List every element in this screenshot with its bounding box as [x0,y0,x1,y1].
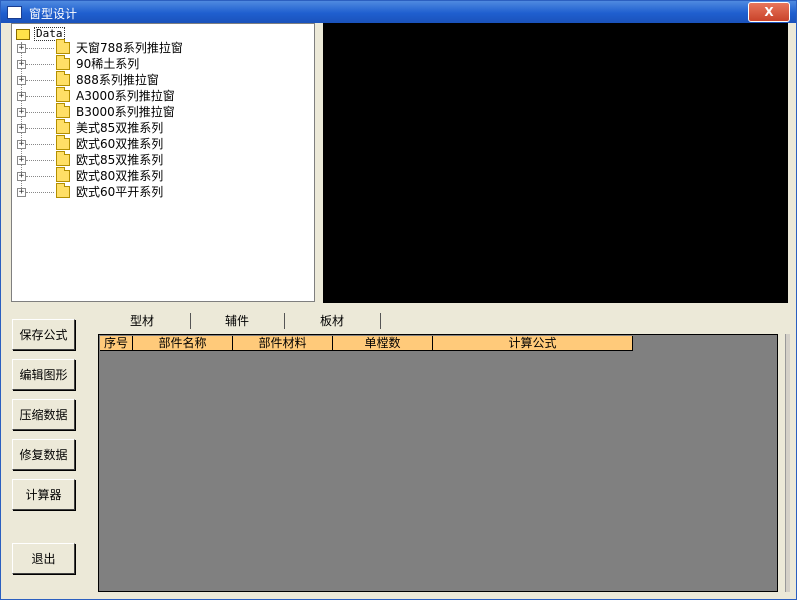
window-title: 窗型设计 [29,7,78,21]
tree-branch-line [26,48,54,49]
table-scrollbar[interactable] [785,334,790,592]
expand-icon[interactable]: + [17,60,26,69]
save-formula-button[interactable]: 保存公式 [12,319,75,350]
expand-icon[interactable]: + [17,92,26,101]
folder-icon [56,183,70,198]
tree-node-label[interactable]: 888系列推拉窗 [76,73,159,87]
tree-branch-line [26,64,54,65]
edit-shape-button[interactable]: 编辑图形 [12,359,75,390]
folder-icon [56,55,70,70]
column-header[interactable]: 部件材料 [233,336,333,351]
folder-icon [56,39,70,54]
tree-node-label[interactable]: 欧式80双推系列 [76,169,163,183]
expand-icon[interactable]: + [17,188,26,197]
column-header[interactable]: 单樘数 [333,336,433,351]
folder-icon [56,119,70,134]
shape-preview-canvas [323,23,788,303]
tree-node[interactable]: + 欧式60平开系列 [14,183,304,200]
expand-icon[interactable]: + [17,76,26,85]
app-icon [7,6,22,19]
tree-node-label[interactable]: 欧式85双推系列 [76,153,163,167]
tree-branch-line [26,192,54,193]
tree-node-label[interactable]: 90稀土系列 [76,57,139,71]
tree-branch-line [26,80,54,81]
tree-branch-line [26,128,54,129]
exit-button[interactable]: 退出 [12,543,75,574]
column-header[interactable]: 部件名称 [133,336,233,351]
expand-icon[interactable]: + [17,156,26,165]
tab-separator [284,313,285,329]
expand-icon[interactable]: + [17,124,26,133]
folder-icon [56,135,70,150]
tree-node[interactable]: + 欧式60双推系列 [14,135,304,152]
compress-data-button[interactable]: 压缩数据 [12,399,75,430]
tree-node-label[interactable]: B3000系列推拉窗 [76,105,175,119]
folder-icon [56,151,70,166]
parts-table[interactable]: 序号 部件名称 部件材料 单樘数 计算公式 [98,334,778,592]
tree-branch-line [26,112,54,113]
tree-node[interactable]: + A3000系列推拉窗 [14,87,304,104]
repair-data-button[interactable]: 修复数据 [12,439,75,470]
tab-separator [190,313,191,329]
title-bar[interactable]: 窗型设计 X [1,1,796,23]
expand-icon[interactable]: + [17,44,26,53]
table-header: 序号 部件名称 部件材料 单樘数 计算公式 [100,336,633,351]
column-header[interactable]: 序号 [100,336,133,351]
tree-node-label[interactable]: 欧式60平开系列 [76,185,163,199]
close-button[interactable]: X [748,2,790,22]
tree-node-label[interactable]: 天窗788系列推拉窗 [76,41,183,55]
folder-icon [56,167,70,182]
calculator-button[interactable]: 计算器 [12,479,75,510]
tree-node-label[interactable]: 欧式60双推系列 [76,137,163,151]
main-window: 窗型设计 X Data + 天窗788系列推拉窗 +90稀土系列 +888系列推拉… [0,0,797,600]
tree-node[interactable]: + 欧式80双推系列 [14,167,304,184]
tab-profiles[interactable]: 型材 [96,312,188,331]
expand-icon[interactable]: + [17,108,26,117]
column-header[interactable]: 计算公式 [433,336,633,351]
tree-node[interactable]: + 天窗788系列推拉窗 [14,39,304,56]
root-folder-icon [16,29,30,40]
window-series-tree[interactable]: Data + 天窗788系列推拉窗 +90稀土系列 +888系列推拉窗 + A300… [11,23,315,302]
tree-node-label[interactable]: A3000系列推拉窗 [76,89,175,103]
tree-node-label[interactable]: 美式85双推系列 [76,121,163,135]
expand-icon[interactable]: + [17,172,26,181]
tree-node[interactable]: +90稀土系列 [14,55,304,72]
tree-node[interactable]: +888系列推拉窗 [14,71,304,88]
tab-accessories[interactable]: 辅件 [192,312,282,331]
tree-node[interactable]: + 欧式85双推系列 [14,151,304,168]
tree-branch-line [26,96,54,97]
tab-panels[interactable]: 板材 [286,312,378,331]
folder-icon [56,103,70,118]
tab-separator [380,313,381,329]
tree-branch-line [26,144,54,145]
tree-branch-line [26,160,54,161]
expand-icon[interactable]: + [17,140,26,149]
tree-branch-line [26,176,54,177]
folder-icon [56,71,70,86]
tree-node[interactable]: + B3000系列推拉窗 [14,103,304,120]
folder-icon [56,87,70,102]
tree-node[interactable]: + 美式85双推系列 [14,119,304,136]
